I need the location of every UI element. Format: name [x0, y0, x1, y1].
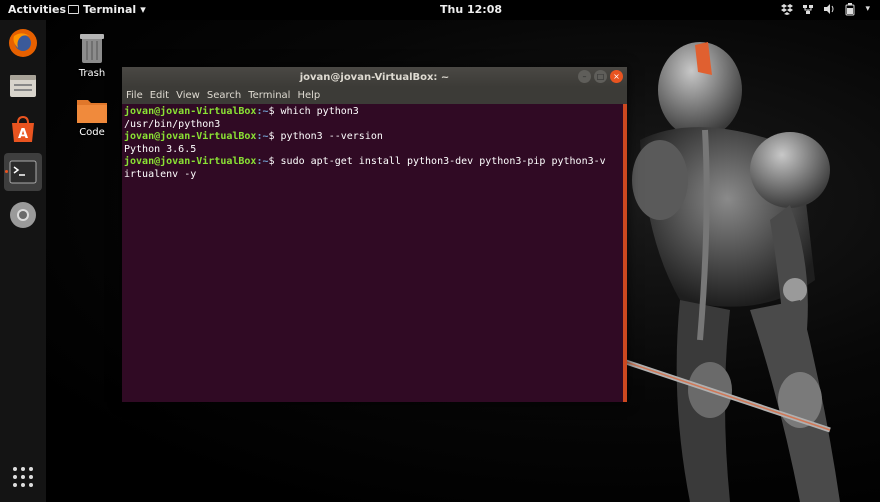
system-tray[interactable]: ▾: [781, 2, 870, 16]
files-icon: [10, 75, 36, 97]
terminal-menu-bar: File Edit View Search Terminal Help: [122, 87, 627, 104]
menu-search[interactable]: Search: [207, 90, 241, 101]
terminal-app-icon: [68, 5, 79, 14]
menu-file[interactable]: File: [126, 90, 143, 101]
activities-button[interactable]: Activities: [8, 3, 66, 16]
menu-help[interactable]: Help: [297, 90, 320, 101]
wallpaper-cyborg-figure: [619, 42, 840, 502]
running-indicator: [5, 170, 8, 173]
app-menu-label: Terminal: [83, 3, 137, 16]
minimize-button[interactable]: –: [578, 70, 591, 83]
maximize-button[interactable]: □: [594, 70, 607, 83]
dock-item-files[interactable]: [4, 67, 42, 105]
terminal-output[interactable]: jovan@jovan-VirtualBox:~$ which python3 …: [122, 104, 622, 402]
desktop-icon-code[interactable]: Code: [67, 96, 117, 138]
terminal-line: jovan@jovan-VirtualBox:~$ which python3: [124, 106, 359, 117]
terminal-icon: [9, 160, 37, 184]
chrome-icon: [10, 202, 36, 228]
folder-icon: [77, 100, 107, 123]
desktop-label-trash: Trash: [78, 68, 106, 79]
firefox-icon: [9, 29, 37, 57]
window-title-bar[interactable]: jovan@jovan-VirtualBox: ~ – □ ×: [122, 67, 627, 87]
app-menu-button[interactable]: Terminal ▾: [68, 3, 146, 16]
svg-text:A: A: [18, 127, 28, 142]
terminal-window[interactable]: jovan@jovan-VirtualBox: ~ – □ × File Edi…: [122, 67, 627, 402]
terminal-line: irtualenv -y: [124, 168, 197, 180]
terminal-line: jovan@jovan-VirtualBox:~$ sudo apt-get i…: [124, 156, 606, 167]
terminal-line: Python 3.6.5: [124, 143, 197, 155]
terminal-scrollbar[interactable]: [623, 104, 627, 402]
window-controls: – □ ×: [578, 70, 623, 83]
menu-edit[interactable]: Edit: [150, 90, 169, 101]
dock-item-chrome[interactable]: [4, 196, 42, 234]
terminal-line: jovan@jovan-VirtualBox:~$ python3 --vers…: [124, 131, 383, 142]
close-button[interactable]: ×: [610, 70, 623, 83]
window-title: jovan@jovan-VirtualBox: ~: [299, 71, 450, 83]
network-icon[interactable]: [802, 2, 814, 16]
dock-item-firefox[interactable]: [4, 24, 42, 62]
top-bar: Activities Terminal ▾ Thu 12:08 ▾: [0, 0, 880, 20]
chevron-down-icon: ▾: [140, 3, 146, 16]
app-grid-icon: [13, 467, 33, 487]
clock[interactable]: Thu 12:08: [440, 3, 502, 16]
dock-item-terminal[interactable]: [4, 153, 42, 191]
power-menu-icon[interactable]: ▾: [865, 4, 870, 14]
dropbox-icon[interactable]: [781, 2, 794, 16]
desktop-icon-trash[interactable]: Trash: [67, 31, 117, 79]
menu-terminal[interactable]: Terminal: [248, 90, 290, 101]
trash-icon: [80, 34, 104, 63]
dock: A: [0, 20, 46, 502]
dock-item-software-center[interactable]: A: [4, 110, 42, 148]
software-center-icon: A: [12, 115, 34, 142]
show-applications-button[interactable]: [4, 458, 42, 496]
desktop-label-code: Code: [79, 127, 105, 138]
volume-icon[interactable]: [823, 2, 835, 16]
battery-icon[interactable]: [844, 2, 856, 16]
menu-view[interactable]: View: [176, 90, 200, 101]
terminal-line: /usr/bin/python3: [124, 118, 221, 130]
